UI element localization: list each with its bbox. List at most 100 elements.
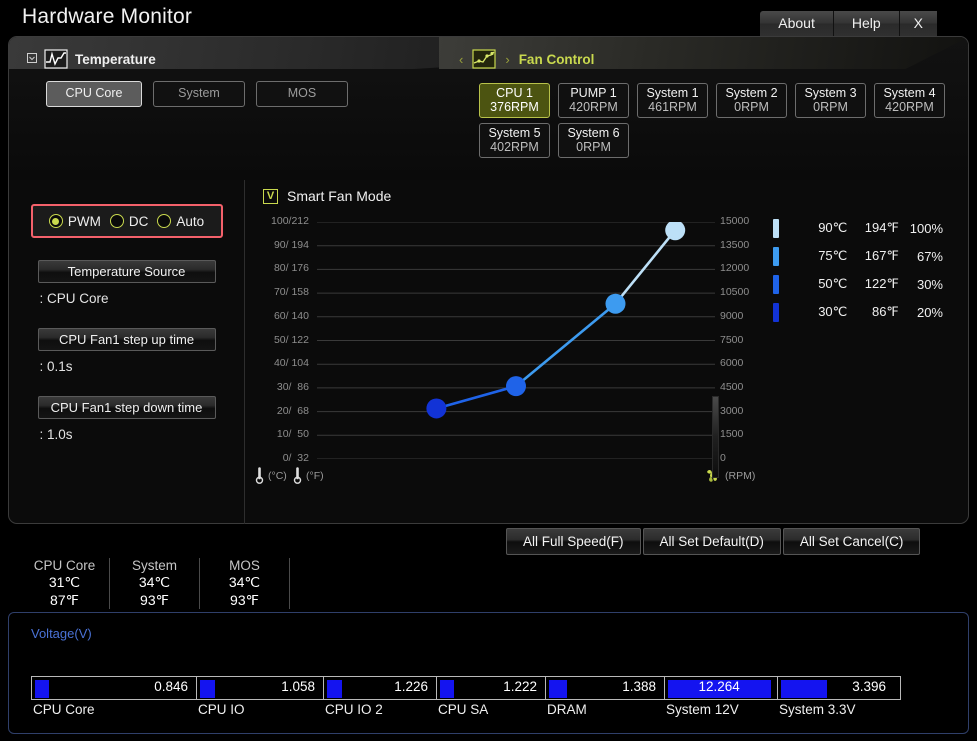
voltage-label: DRAM bbox=[547, 702, 587, 717]
legend-swatch bbox=[773, 275, 779, 294]
y-axis-right-tick: 3000 bbox=[720, 405, 743, 417]
radio-pwm-dot bbox=[49, 214, 63, 228]
thermometer-icon bbox=[255, 467, 264, 484]
chart-vertical-scrollbar[interactable] bbox=[712, 396, 719, 478]
y-axis-right-tick: 13500 bbox=[720, 239, 749, 251]
chart-plot-area[interactable] bbox=[317, 222, 715, 459]
legend-celsius: 50℃ bbox=[798, 276, 848, 292]
action-buttons: All Full Speed(F) All Set Default(D) All… bbox=[506, 528, 920, 555]
y-axis-left-tick: 10/ 50 bbox=[277, 428, 309, 440]
y-axis-left-tick: 0/ 32 bbox=[283, 452, 309, 464]
fan-selector-row-2: System 5 402RPM System 6 0RPM bbox=[9, 123, 968, 158]
step-down-time-value: : 1.0s bbox=[38, 427, 216, 442]
legend-celsius: 90℃ bbox=[798, 220, 848, 236]
fan-curve-svg[interactable] bbox=[317, 222, 715, 459]
help-button[interactable]: Help bbox=[834, 11, 900, 36]
voltage-bar-fill bbox=[549, 680, 567, 698]
smart-fan-mode-toggle[interactable]: V Smart Fan Mode bbox=[263, 188, 391, 204]
fan-chip-system-5[interactable]: System 5 402RPM bbox=[479, 123, 550, 158]
legend-row: 50℃ 122℉ 30% bbox=[773, 270, 943, 298]
fan-curve-point-1[interactable] bbox=[506, 376, 526, 396]
radio-pwm-label: PWM bbox=[68, 214, 101, 229]
legend-row: 75℃ 167℉ 67% bbox=[773, 242, 943, 270]
fan-curve-legend: 90℃ 194℉ 100% 75℃ 167℉ 67% 50℃ bbox=[773, 214, 943, 326]
y-axis-left: 100/21290/ 19480/ 17670/ 15860/ 14050/ 1… bbox=[251, 214, 309, 459]
all-set-cancel-button[interactable]: All Set Cancel(C) bbox=[783, 528, 921, 555]
voltage-label: CPU IO bbox=[198, 702, 245, 717]
tab-temperature[interactable]: Temperature bbox=[27, 42, 156, 76]
voltage-bar-fill bbox=[35, 680, 49, 698]
temp-source-cpu-core[interactable]: CPU Core bbox=[46, 81, 142, 107]
fan-chip-system-2[interactable]: System 2 0RPM bbox=[716, 83, 787, 118]
y-axis-right-tick: 6000 bbox=[720, 357, 743, 369]
all-full-speed-button[interactable]: All Full Speed(F) bbox=[506, 528, 641, 555]
step-down-time-button[interactable]: CPU Fan1 step down time bbox=[38, 396, 216, 419]
temp-readout-system: System 34℃ 93℉ bbox=[110, 558, 200, 609]
legend-duty: 20% bbox=[899, 305, 943, 320]
temp-source-system[interactable]: System bbox=[153, 81, 245, 107]
legend-duty: 67% bbox=[899, 249, 943, 264]
all-set-default-button[interactable]: All Set Default(D) bbox=[643, 528, 781, 555]
legend-duty: 100% bbox=[899, 221, 943, 236]
voltage-cell: 12.264System 12V bbox=[664, 676, 777, 718]
temp-readout-name: System bbox=[114, 558, 195, 573]
y-axis-left-tick: 70/ 158 bbox=[274, 286, 309, 298]
voltage-value: 1.388 bbox=[622, 679, 656, 694]
fan-chip-system-3[interactable]: System 3 0RPM bbox=[795, 83, 866, 118]
voltage-label: System 3.3V bbox=[779, 702, 856, 717]
voltage-value: 12.264 bbox=[699, 679, 740, 694]
fan-settings-column: PWM DC Auto Temperature Source : CPU Cor… bbox=[9, 180, 245, 524]
temp-readout-fahrenheit: 93℉ bbox=[204, 592, 285, 609]
legend-row: 90℃ 194℉ 100% bbox=[773, 214, 943, 242]
legend-celsius: 30℃ bbox=[798, 304, 848, 320]
voltage-cell: 3.396System 3.3V bbox=[777, 676, 894, 718]
fan-chip-cpu-1[interactable]: CPU 1 376RPM bbox=[479, 83, 550, 118]
smart-fan-mode-label: Smart Fan Mode bbox=[287, 188, 391, 204]
voltage-rows: 0.846CPU Core1.058CPU IO1.226CPU IO 21.2… bbox=[31, 676, 901, 718]
voltage-bar-fill bbox=[440, 680, 454, 698]
fan-chip-system-6[interactable]: System 6 0RPM bbox=[558, 123, 629, 158]
close-button[interactable]: X bbox=[900, 11, 937, 36]
celsius-unit-label: (°C) bbox=[268, 470, 287, 482]
radio-auto[interactable]: Auto bbox=[157, 214, 204, 229]
fan-curve-point-2[interactable] bbox=[606, 294, 626, 314]
panel-header: Temperature ‹ › Fan bbox=[9, 37, 968, 180]
fan-chip-system-4[interactable]: System 4 420RPM bbox=[874, 83, 945, 118]
rpm-unit-label: (RPM) bbox=[725, 470, 755, 482]
step-up-time-button[interactable]: CPU Fan1 step up time bbox=[38, 328, 216, 351]
temp-readout-name: CPU Core bbox=[24, 558, 105, 573]
legend-fahrenheit: 122℉ bbox=[847, 276, 899, 292]
chevron-left-icon[interactable]: ‹ bbox=[457, 52, 465, 67]
tab-fan-control-label: Fan Control bbox=[519, 52, 595, 67]
expand-icon bbox=[27, 50, 37, 68]
y-axis-right-tick: 4500 bbox=[720, 381, 743, 393]
fan-curve-chart[interactable]: 100/21290/ 19480/ 17670/ 15860/ 14050/ 1… bbox=[245, 214, 968, 476]
fan-chip-pump-1[interactable]: PUMP 1 420RPM bbox=[558, 83, 629, 118]
tab-row: Temperature ‹ › Fan bbox=[9, 37, 968, 71]
voltage-end-cap bbox=[894, 676, 901, 700]
radio-auto-dot bbox=[157, 214, 171, 228]
chevron-right-icon[interactable]: › bbox=[503, 52, 511, 67]
temperature-readouts: CPU Core 31℃ 87℉ System 34℃ 93℉ MOS 34℃ … bbox=[20, 558, 290, 609]
temp-source-mos[interactable]: MOS bbox=[256, 81, 348, 107]
fan-curve-chart-icon bbox=[472, 49, 496, 69]
temperature-source-button[interactable]: Temperature Source bbox=[38, 260, 216, 283]
y-axis-left-tick: 100/212 bbox=[271, 215, 309, 227]
legend-duty: 30% bbox=[899, 277, 943, 292]
checkbox-icon[interactable]: V bbox=[263, 189, 278, 204]
y-axis-right: 1500013500120001050090007500600045003000… bbox=[720, 214, 775, 459]
about-button[interactable]: About bbox=[760, 11, 834, 36]
voltage-cell: 1.388 DRAM bbox=[545, 676, 664, 718]
tab-temperature-label: Temperature bbox=[75, 52, 156, 67]
fan-curve-point-0[interactable] bbox=[426, 398, 446, 418]
step-up-time-value: : 0.1s bbox=[38, 359, 216, 374]
legend-celsius: 75℃ bbox=[798, 248, 848, 264]
temp-readout-name: MOS bbox=[204, 558, 285, 573]
radio-pwm[interactable]: PWM bbox=[49, 214, 101, 229]
y-axis-right-tick: 1500 bbox=[720, 428, 743, 440]
radio-dc[interactable]: DC bbox=[110, 214, 149, 229]
fan-chip-system-1[interactable]: System 1 461RPM bbox=[637, 83, 708, 118]
tab-fan-control[interactable]: ‹ › Fan Control bbox=[457, 42, 594, 76]
voltage-bar-fill bbox=[781, 680, 827, 698]
y-axis-left-tick: 20/ 68 bbox=[277, 405, 309, 417]
